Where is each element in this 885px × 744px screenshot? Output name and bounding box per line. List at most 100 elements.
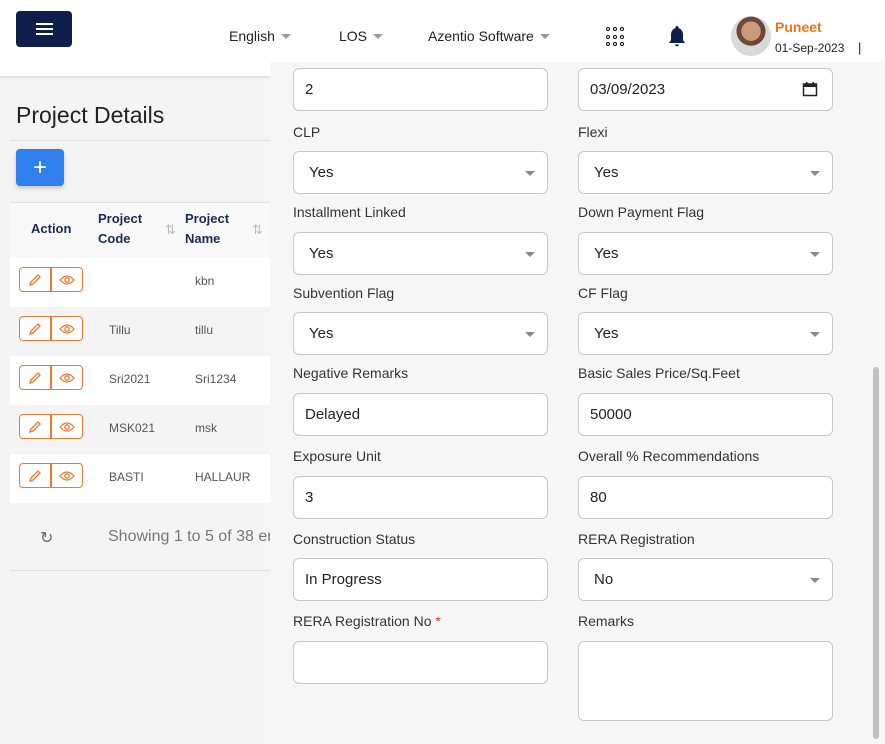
project-code-cell: Sri2021	[109, 372, 151, 386]
menu-icon	[35, 23, 53, 35]
add-project-button[interactable]: +	[16, 149, 64, 186]
project-name-cell: kbn	[195, 274, 215, 288]
flexi-select[interactable]: Yes	[578, 151, 833, 194]
field-label: Subvention Flag	[293, 285, 395, 301]
column-header-project-code[interactable]: Project Code	[98, 209, 154, 249]
project-table: Action Project Code ⇅ Project Name ⇅ kbn	[10, 202, 270, 503]
chevron-down-icon	[539, 33, 550, 39]
clp-select[interactable]: Yes	[293, 151, 548, 194]
refresh-icon[interactable]: ↻	[40, 528, 53, 548]
view-button[interactable]	[51, 316, 83, 341]
view-button[interactable]	[51, 267, 83, 292]
chevron-down-icon	[810, 578, 820, 583]
chevron-down-icon	[810, 332, 820, 337]
project-name-cell: tillu	[195, 323, 214, 337]
divider	[10, 570, 270, 571]
pencil-icon	[28, 322, 41, 335]
field-label: Exposure Unit	[293, 448, 381, 464]
negative-remarks-input[interactable]: Delayed	[293, 393, 548, 436]
pencil-icon	[28, 469, 41, 482]
chevron-down-icon	[373, 33, 384, 39]
field-label: Down Payment Flag	[578, 204, 705, 220]
construction-status-input[interactable]: In Progress	[293, 558, 548, 601]
field-label: Basic Sales Price/Sq.Feet	[578, 365, 740, 381]
sort-icon[interactable]: ⇅	[252, 222, 263, 238]
rera-registration-no-input[interactable]	[293, 641, 548, 684]
module-dropdown[interactable]: LOS	[339, 28, 384, 44]
edit-button[interactable]	[19, 316, 51, 341]
field-label: Remarks	[578, 613, 635, 629]
numeric-input[interactable]: 2	[293, 68, 548, 111]
field-label: RERA Registration No *	[293, 613, 441, 629]
rera-registration-select[interactable]: No	[578, 558, 833, 601]
required-marker: *	[435, 613, 441, 629]
hamburger-menu-button[interactable]	[16, 11, 72, 47]
company-dropdown[interactable]: Azentio Software	[428, 28, 550, 44]
exposure-unit-input[interactable]: 3	[293, 476, 548, 519]
pencil-icon	[28, 420, 41, 433]
eye-icon	[59, 421, 75, 432]
field-label: Construction Status	[293, 531, 416, 547]
field-label: Installment Linked	[293, 204, 406, 220]
chevron-down-icon	[525, 332, 535, 337]
down-payment-flag-select[interactable]: Yes	[578, 232, 833, 275]
chevron-down-icon	[280, 33, 291, 39]
eye-icon	[59, 323, 75, 334]
installment-linked-select[interactable]: Yes	[293, 232, 548, 275]
field-label: CLP	[293, 124, 321, 140]
pencil-icon	[28, 371, 41, 384]
apps-grid-icon[interactable]	[606, 27, 626, 47]
view-button[interactable]	[51, 365, 83, 390]
table-row: Sri2021 Sri1234	[10, 356, 270, 405]
project-name-cell: msk	[195, 421, 217, 435]
project-code-cell: MSK021	[109, 421, 156, 435]
subvention-flag-select[interactable]: Yes	[293, 312, 548, 355]
page-title: Project Details	[16, 102, 165, 128]
calendar-icon[interactable]	[802, 81, 818, 97]
cf-flag-select[interactable]: Yes	[578, 312, 833, 355]
overall-recommendations-input[interactable]: 80	[578, 476, 833, 519]
edit-button[interactable]	[19, 414, 51, 439]
column-header-project-name[interactable]: Project Name	[185, 209, 241, 249]
eye-icon	[59, 372, 75, 383]
language-dropdown[interactable]: English	[229, 28, 291, 44]
chevron-down-icon	[525, 171, 535, 176]
separator: |	[858, 40, 862, 55]
field-label: CF Flag	[578, 285, 628, 301]
notification-bell-icon[interactable]	[667, 26, 687, 48]
module-label: LOS	[339, 28, 368, 44]
user-avatar[interactable]	[731, 16, 771, 56]
pencil-icon	[28, 273, 41, 286]
view-button[interactable]	[51, 463, 83, 488]
table-row: BASTI HALLAUR	[10, 454, 270, 503]
project-code-cell: Tillu	[109, 323, 131, 337]
chevron-down-icon	[810, 252, 820, 257]
divider	[10, 140, 270, 141]
edit-button[interactable]	[19, 267, 51, 292]
edit-button[interactable]	[19, 463, 51, 488]
project-name-cell: HALLAUR	[195, 470, 251, 484]
eye-icon	[59, 274, 75, 285]
field-label: RERA Registration	[578, 531, 695, 547]
field-label: Negative Remarks	[293, 365, 409, 381]
basic-sales-price-input[interactable]: 50000	[578, 393, 833, 436]
field-label: Overall % Recommendations	[578, 448, 760, 464]
table-row: Tillu tillu	[10, 307, 270, 356]
project-name-cell: Sri1234	[195, 372, 237, 386]
remarks-textarea[interactable]	[578, 641, 833, 721]
edit-button[interactable]	[19, 365, 51, 390]
column-header-action: Action	[31, 221, 72, 236]
view-button[interactable]	[51, 414, 83, 439]
table-row: MSK021 msk	[10, 405, 270, 454]
language-label: English	[229, 28, 275, 44]
project-code-cell: BASTI	[109, 470, 144, 484]
project-form-panel: 2 03/09/2023 CLP Flexi Yes Yes Installme…	[270, 62, 885, 744]
eye-icon	[59, 470, 75, 481]
user-name[interactable]: Puneet	[775, 19, 822, 35]
date-input[interactable]: 03/09/2023	[578, 68, 833, 111]
user-login-date: 01-Sep-2023	[775, 41, 845, 55]
scrollbar[interactable]	[873, 367, 879, 739]
field-label: Flexi	[578, 124, 608, 140]
sort-icon[interactable]: ⇅	[165, 222, 176, 238]
chevron-down-icon	[525, 252, 535, 257]
